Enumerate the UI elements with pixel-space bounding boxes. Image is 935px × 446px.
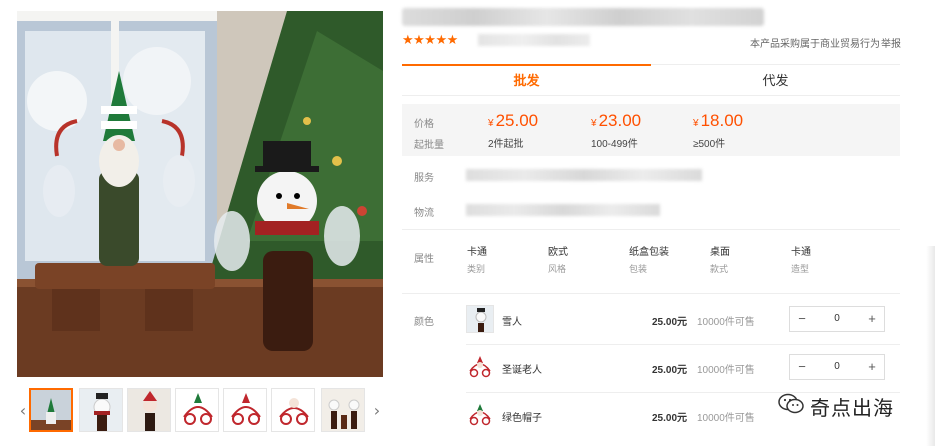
purchase-tabs: 批发 代发 [402,64,900,96]
attribute-item: 卡通 造型 [791,247,811,274]
attributes-label: 属性 [414,254,434,265]
quantity-stepper: − 0 + [789,354,885,380]
page-edge-shadow [926,246,935,446]
snowman-sku-thumb-icon[interactable] [466,305,494,333]
rating-info-blurred [478,34,590,46]
thumb-prev-icon[interactable]: ‹ [17,388,29,434]
price-value: ¥23.00 [591,111,642,130]
thumbnail-6[interactable] [271,388,315,432]
logistics-blurred [466,204,660,216]
product-title-blurred [402,8,764,26]
thumbnail-3[interactable] [127,388,171,432]
attribute-item: 欧式 风格 [548,247,568,274]
sku-name: 圣诞老人 [502,365,542,376]
service-blurred [466,169,702,181]
wechat-icon [778,393,804,420]
tab-wholesale[interactable]: 批发 [402,64,651,96]
quantity-input[interactable]: 0 [814,355,860,379]
divider [402,293,900,294]
color-label: 颜色 [414,317,434,328]
sku-stock: 10000件可售 [697,365,755,376]
price-value: ¥18.00 [693,111,744,130]
moq-label: 起批量 [414,140,444,151]
rating-stars-icon: ★★★★★ [402,33,458,48]
price-qty: ≥500件 [693,139,726,150]
thumb-next-icon[interactable]: › [371,388,383,434]
attribute-item: 卡通 类别 [467,247,487,274]
price-value: ¥25.00 [488,111,539,130]
sku-row-snowman: 雪人 25.00元 10000件可售 − 0 + [466,300,900,340]
decrease-button[interactable]: − [790,355,814,379]
sku-name: 雪人 [502,317,522,328]
main-product-image [17,11,383,377]
watermark: 奇点出海 [778,388,894,424]
sku-price: 25.00元 [652,365,688,376]
sku-name: 绿色帽子 [502,413,542,424]
thumbnail-4[interactable] [175,388,219,432]
sku-stock: 10000件可售 [697,413,755,424]
quantity-stepper: − 0 + [789,306,885,332]
price-box: 价格 起批量 ¥25.00 2件起批 ¥23.00 100-499件 ¥18.0… [402,104,900,156]
divider [402,229,900,230]
report-link[interactable]: 举报 [881,35,901,50]
sku-price: 25.00元 [652,413,688,424]
trade-note: 本产品采购属于商业贸易行为 [750,39,880,50]
price-label: 价格 [414,119,434,130]
green-hat-sku-thumb-icon[interactable] [466,401,494,429]
increase-button[interactable]: + [860,355,884,379]
santa-sku-thumb-icon[interactable] [466,353,494,381]
thumbnail-5[interactable] [223,388,267,432]
sku-row-santa: 圣诞老人 25.00元 10000件可售 − 0 + [466,348,900,388]
service-label: 服务 [414,173,434,184]
watermark-text: 奇点出海 [810,397,894,420]
attribute-item: 桌面 款式 [710,247,730,274]
logistics-label: 物流 [414,208,434,219]
thumbnail-7[interactable] [321,388,365,432]
quantity-input[interactable]: 0 [814,307,860,331]
price-qty: 2件起批 [488,139,524,150]
sku-price: 25.00元 [652,317,688,328]
sku-stock: 10000件可售 [697,317,755,328]
decrease-button[interactable]: − [790,307,814,331]
price-qty: 100-499件 [591,139,638,150]
attribute-item: 纸盒包装 包装 [629,247,669,274]
thumbnail-2[interactable] [79,388,123,432]
divider [466,344,900,345]
thumbnail-1[interactable] [29,388,73,432]
increase-button[interactable]: + [860,307,884,331]
tab-dropship[interactable]: 代发 [651,64,900,96]
thumbnail-strip: ‹ › [17,388,383,434]
